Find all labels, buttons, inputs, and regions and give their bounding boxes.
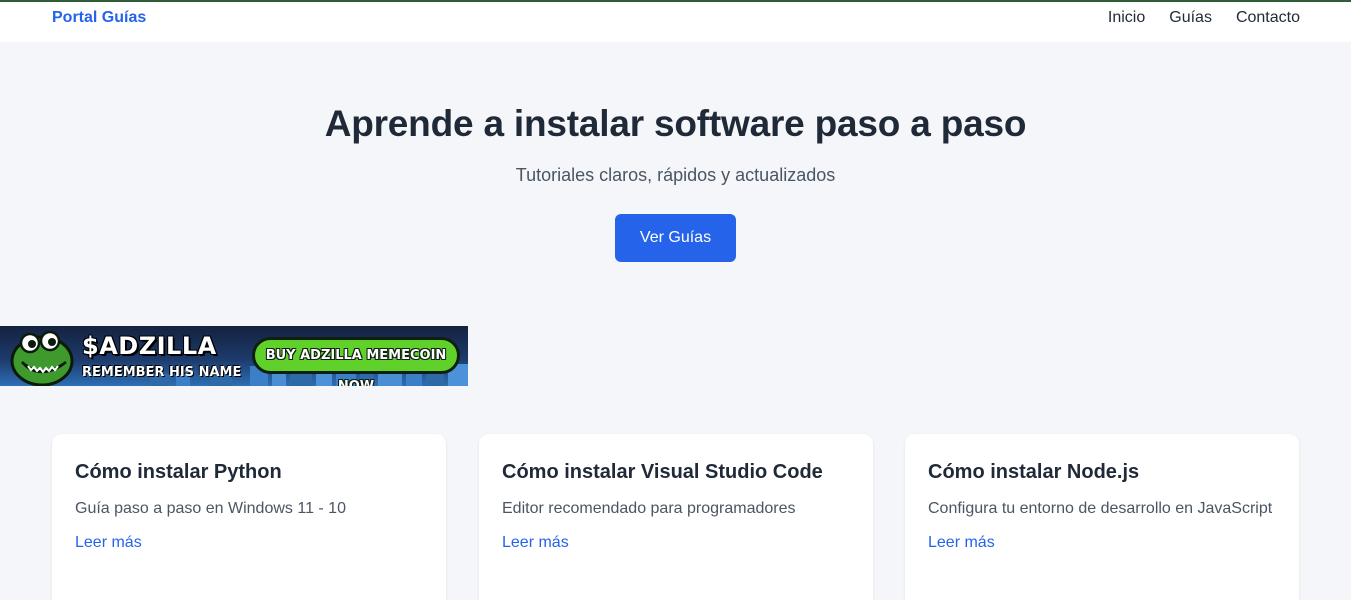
- guide-card-vscode: Cómo instalar Visual Studio Code Editor …: [479, 434, 873, 600]
- read-more-link[interactable]: Leer más: [502, 531, 569, 555]
- read-more-link[interactable]: Leer más: [75, 531, 142, 555]
- card-description: Editor recomendado para programadores: [502, 500, 796, 517]
- nav-link-inicio[interactable]: Inicio: [1108, 9, 1145, 27]
- card-title: Cómo instalar Visual Studio Code: [502, 461, 823, 483]
- ad-banner[interactable]: $ADZILLA REMEMBER HIS NAME BUY ADZILLA M…: [0, 326, 468, 386]
- guide-card-python: Cómo instalar Python Guía paso a paso en…: [52, 434, 446, 600]
- guide-card-nodejs: Cómo instalar Node.js Configura tu entor…: [905, 434, 1299, 600]
- nav-link-guias[interactable]: Guías: [1169, 9, 1212, 27]
- card-description: Guía paso a paso en Windows 11 - 10: [75, 500, 346, 517]
- ad-buy-button[interactable]: BUY ADZILLA MEMECOIN NOW: [252, 337, 460, 386]
- ad-title: $ADZILLA: [82, 332, 217, 360]
- brand-logo-link[interactable]: Portal Guías: [52, 9, 146, 27]
- card-description: Configura tu entorno de desarrollo en Ja…: [928, 500, 1273, 517]
- main-nav: Inicio Guías Contacto: [1108, 9, 1300, 27]
- card-title: Cómo instalar Node.js: [928, 461, 1140, 483]
- site-header: Portal Guías Inicio Guías Contacto: [0, 2, 1351, 42]
- crocodile-mascot-icon: [10, 330, 74, 386]
- read-more-link[interactable]: Leer más: [928, 531, 995, 555]
- view-guides-button[interactable]: Ver Guías: [615, 214, 736, 262]
- nav-link-contacto[interactable]: Contacto: [1236, 9, 1300, 27]
- ad-tagline: REMEMBER HIS NAME: [82, 365, 242, 380]
- hero-subtitle: Tutoriales claros, rápidos y actualizado…: [515, 165, 836, 185]
- card-title: Cómo instalar Python: [75, 461, 282, 483]
- hero-title: Aprende a instalar software paso a paso: [324, 103, 1027, 144]
